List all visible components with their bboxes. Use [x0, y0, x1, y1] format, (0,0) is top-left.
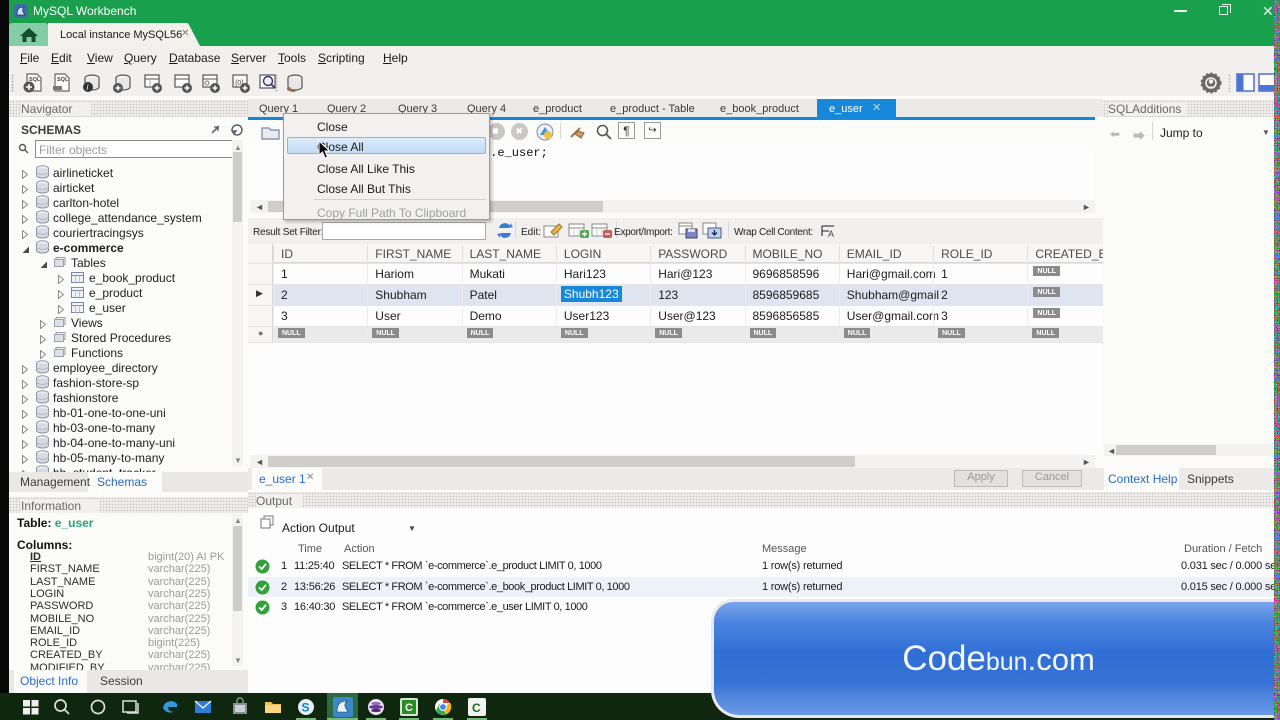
svg-text:i: i	[87, 83, 89, 92]
svg-text:C: C	[472, 701, 481, 715]
svg-text:A: A	[828, 229, 834, 238]
svg-text:C: C	[405, 702, 413, 714]
svg-text:SQL: SQL	[57, 77, 69, 83]
svg-text:S: S	[302, 701, 310, 715]
